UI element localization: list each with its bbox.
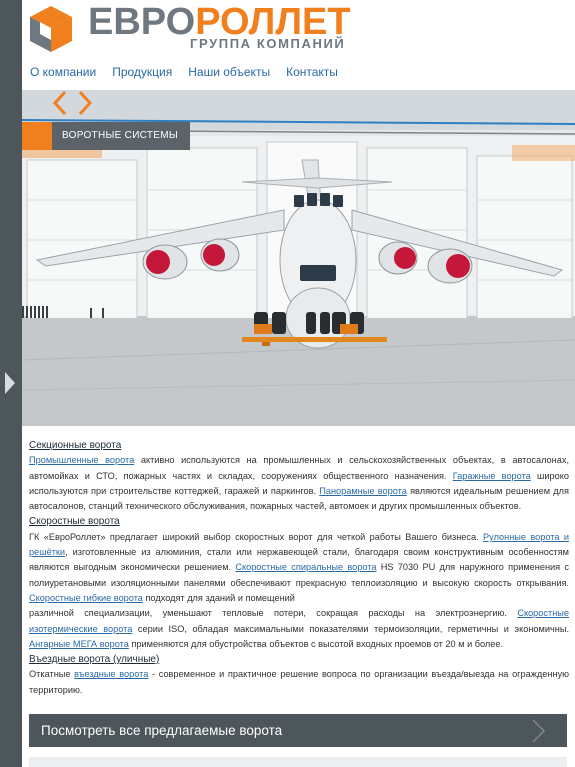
nav-item-products[interactable]: Продукция [112, 65, 172, 79]
nav-item-contacts[interactable]: Контакты [286, 65, 338, 79]
text-speed-1: ГК «ЕвроРоллет» предлагает широкий выбор… [29, 531, 484, 542]
hero-banner: ВОРОТНЫЕ СИСТЕМЫ [22, 90, 575, 426]
text-speed-7: применяются для обустройства объектов с … [128, 638, 504, 649]
text-speed-5: различной специализации, уменьшают тепло… [29, 608, 518, 619]
view-all-gates-button[interactable]: Посмотреть все предлагаемые ворота [29, 714, 567, 747]
link-entry-gates[interactable]: въездные ворота [74, 669, 148, 679]
logo-word-euro: ЕВРО [88, 1, 196, 43]
slider-next-chevron-right-icon[interactable] [77, 90, 93, 116]
chevron-right-icon [532, 719, 546, 743]
text-entry-1: Откатные [29, 669, 75, 680]
hero-label-accent [22, 122, 52, 150]
logo-cube-icon[interactable] [28, 4, 74, 54]
side-panel-arrow-icon[interactable] [5, 372, 15, 394]
logo-subtitle: ГРУППА КОМПАНИЙ [190, 36, 346, 51]
link-panoramic-gates[interactable]: Панорамные ворота [319, 486, 407, 496]
paragraph-entry: Откатные въездные ворота - современное и… [29, 667, 569, 698]
text-speed-6: серии ISO, обладая максимальными показат… [132, 623, 569, 634]
side-panel-strip [0, 0, 22, 767]
hero-label-text: ВОРОТНЫЕ СИСТЕМЫ [52, 122, 191, 150]
nav-item-projects[interactable]: Наши объекты [188, 65, 270, 79]
link-mega-hangar-gates[interactable]: Ангарные МЕГА ворота [29, 639, 129, 649]
nav-item-about[interactable]: О компании [30, 65, 96, 79]
link-garage-gates[interactable]: Гаражные ворота [453, 471, 531, 481]
site-header: ЕВРОРОЛЛЕТ ГРУППА КОМПАНИЙ О компании Пр… [22, 0, 575, 90]
heading-entry-gates[interactable]: Въездные ворота (уличные) [29, 654, 159, 665]
main-nav: О компании Продукция Наши объекты Контак… [30, 65, 354, 79]
bottom-panel [29, 757, 567, 767]
paragraph-sectional: Промышленные ворота активно используются… [29, 453, 569, 514]
slider-prev-chevron-left-icon[interactable] [52, 90, 68, 116]
gates-description: Секционные ворота Промышленные ворота ак… [29, 438, 569, 698]
link-industrial-gates[interactable]: Промышленные ворота [29, 455, 134, 465]
link-flexible-gates[interactable]: Скоростные гибкие ворота [29, 593, 143, 603]
paragraph-speed: ГК «ЕвроРоллет» предлагает широкий выбор… [29, 530, 569, 606]
link-spiral-gates[interactable]: Скоростные спиральные ворота [235, 562, 376, 572]
view-all-gates-label: Посмотреть все предлагаемые ворота [41, 723, 283, 738]
text-speed-4: подходят для зданий и помещений [142, 592, 295, 603]
paragraph-speed-cont: различной специализации, уменьшают тепло… [29, 606, 569, 652]
heading-speed-gates[interactable]: Скоростные ворота [29, 516, 120, 527]
hero-category-label: ВОРОТНЫЕ СИСТЕМЫ [22, 122, 191, 150]
heading-sectional-gates[interactable]: Секционные ворота [29, 440, 121, 451]
